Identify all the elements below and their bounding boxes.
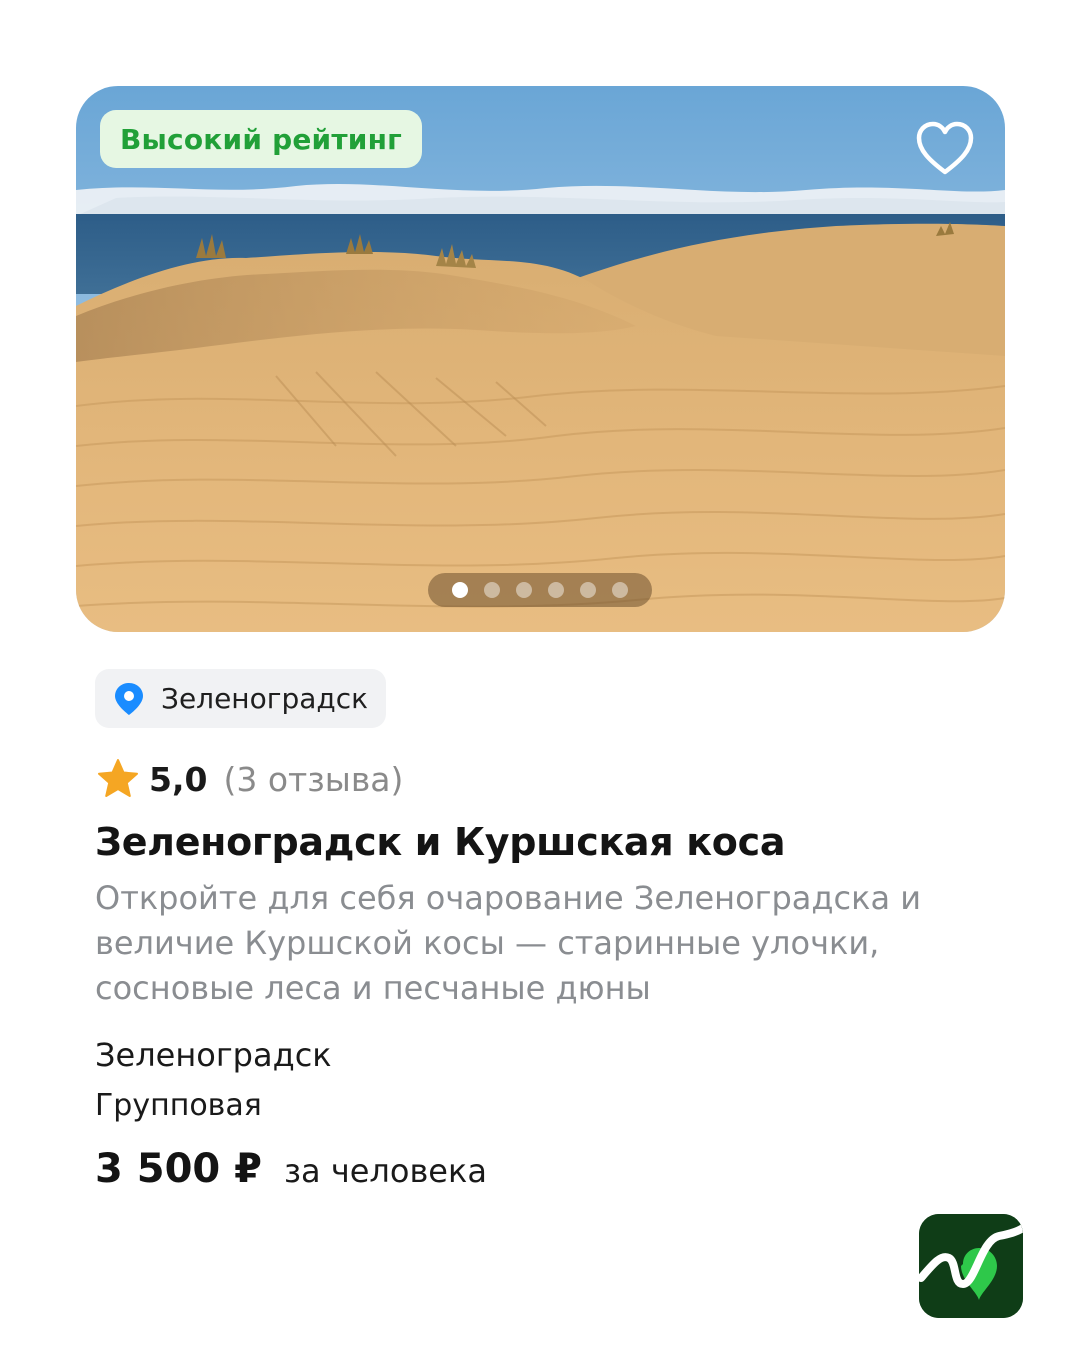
tour-price: 3 500 ₽ xyxy=(95,1146,263,1192)
map-pin-icon xyxy=(115,682,143,715)
heart-outline-icon[interactable] xyxy=(915,120,975,176)
tour-type: Групповая xyxy=(95,1088,262,1123)
carousel-dot[interactable] xyxy=(612,582,628,598)
star-icon xyxy=(98,759,138,797)
tour-city: Зеленоградск xyxy=(95,1036,332,1074)
carousel-dot[interactable] xyxy=(452,582,468,598)
carousel-dot[interactable] xyxy=(484,582,500,598)
price-unit: за человека xyxy=(284,1152,487,1190)
high-rating-badge: Высокий рейтинг xyxy=(100,110,422,168)
tour-photo-carousel[interactable]: Высокий рейтинг xyxy=(76,86,1005,632)
tour-title[interactable]: Зеленоградск и Куршская коса xyxy=(95,818,995,866)
carousel-pagination xyxy=(428,573,652,607)
rating-score: 5,0 xyxy=(149,759,208,799)
carousel-dot[interactable] xyxy=(548,582,564,598)
price-row: 3 500 ₽ за человека xyxy=(95,1146,487,1192)
location-chip-label: Зеленоградск xyxy=(161,682,369,715)
tour-description: Откройте для себя очарование Зеленоградс… xyxy=(95,879,922,1007)
carousel-dot[interactable] xyxy=(580,582,596,598)
rating-row: 5,0 (3 отзыва) xyxy=(97,755,403,803)
reviews-count-link[interactable]: (3 отзыва) xyxy=(223,760,403,799)
location-chip[interactable]: Зеленоградск xyxy=(95,669,387,728)
carousel-dot[interactable] xyxy=(516,582,532,598)
tour-card-page: Высокий рейтинг Зеленоградск 5,0 (3 отзы… xyxy=(0,0,1080,1350)
app-logo-icon[interactable] xyxy=(919,1214,1023,1318)
